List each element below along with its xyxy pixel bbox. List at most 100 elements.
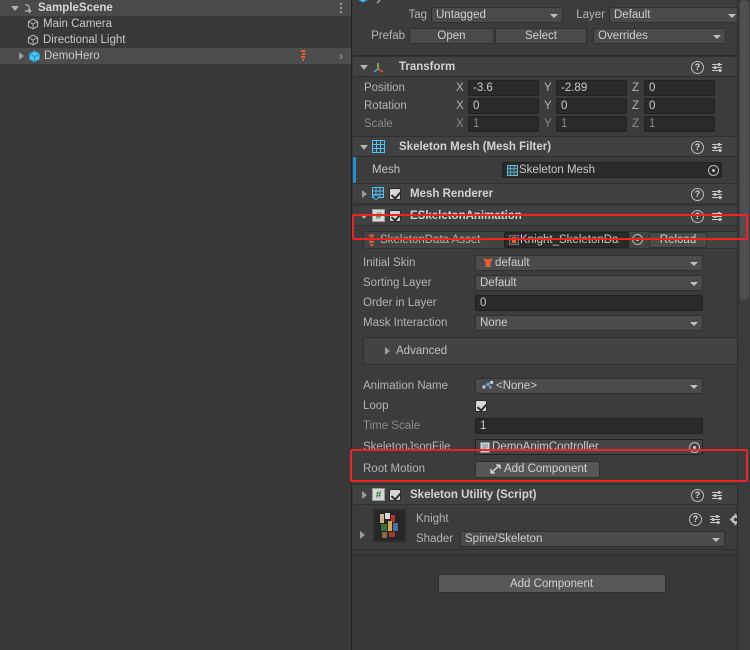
order-in-layer-field[interactable]: 0 <box>475 295 703 311</box>
scale-y-field[interactable]: 1 <box>556 116 627 132</box>
preset-icon[interactable] <box>709 513 722 526</box>
expand-arrow-icon[interactable] <box>359 211 369 221</box>
component-header-eskeletonanimation[interactable]: # ESkeletonAnimation <box>353 205 750 226</box>
layer-label: Layer <box>576 8 605 21</box>
scale-label: Scale <box>364 118 393 130</box>
expand-arrow-icon[interactable] <box>359 142 369 152</box>
time-scale-field[interactable]: 1 <box>475 418 703 434</box>
component-header-transform[interactable]: Transform <box>353 56 750 77</box>
animation-name-label: Animation Name <box>363 379 449 392</box>
initial-skin-dropdown[interactable]: default <box>475 254 703 271</box>
preset-icon[interactable] <box>711 489 724 502</box>
axis-y-label: Y <box>544 118 552 130</box>
chevron-down-icon <box>713 34 721 39</box>
hierarchy-row-samplescene[interactable]: SampleScene <box>0 0 351 16</box>
component-header-mesh-filter[interactable]: Skeleton Mesh (Mesh Filter) <box>353 136 750 157</box>
prefab-row: Prefab Open Select Overrides <box>353 27 750 44</box>
shader-value: Spine/Skeleton <box>465 533 543 545</box>
expand-arrow-icon[interactable] <box>359 62 369 72</box>
prefab-overrides-dropdown[interactable]: Overrides <box>593 27 726 44</box>
skeleton-utility-enabled-checkbox[interactable] <box>389 488 401 501</box>
root-motion-add-component-button[interactable]: Add Component <box>475 460 600 478</box>
spine-asset-indicator-icon <box>301 50 305 62</box>
help-icon[interactable] <box>691 141 704 154</box>
add-component-button[interactable]: Add Component <box>437 574 666 593</box>
inspector-scrollbar-thumb[interactable] <box>740 0 749 300</box>
mesh-object-field[interactable]: Skeleton Mesh <box>502 162 722 178</box>
hierarchy-label: Directional Light <box>43 34 126 46</box>
animation-name-dropdown[interactable]: <None> <box>475 377 703 394</box>
skeletonjsonfile-value: DemoAnimController <box>492 441 599 453</box>
skeletonjsonfile-field[interactable]: DemoAnimController <box>475 439 703 455</box>
help-icon[interactable] <box>691 188 704 201</box>
expand-arrow-icon[interactable] <box>359 189 369 199</box>
hierarchy-more-menu-icon[interactable] <box>340 3 343 14</box>
mesh-renderer-icon <box>370 187 387 200</box>
skeletonjsonfile-row: SkeletonJsonFile DemoAnimController <box>353 436 750 458</box>
mask-interaction-label: Mask Interaction <box>363 317 448 329</box>
unity-editor-window: SampleScene Main Camera Directional Ligh… <box>0 0 750 650</box>
rotation-x-field[interactable]: 0 <box>468 98 539 114</box>
skeletondata-asset-field[interactable]: Knight_SkeletonDa <box>504 232 629 248</box>
prefab-open-button[interactable]: Open <box>409 27 494 44</box>
time-scale-row: Time Scale 1 <box>353 416 750 436</box>
sorting-layer-dropdown[interactable]: Default <box>475 275 703 291</box>
object-picker-icon[interactable] <box>708 165 719 176</box>
prefab-overrides-label: Overrides <box>598 29 648 42</box>
svg-text:#: # <box>376 490 382 501</box>
advanced-label: Advanced <box>396 345 448 357</box>
rotation-label: Rotation <box>364 100 407 112</box>
prefab-select-button[interactable]: Select <box>495 27 587 44</box>
axis-y-label: Y <box>544 82 552 94</box>
help-icon[interactable] <box>689 513 702 526</box>
object-picker-icon[interactable] <box>689 442 700 453</box>
mask-interaction-dropdown[interactable]: None <box>475 315 703 331</box>
skeletondata-object-picker-icon[interactable] <box>630 232 646 248</box>
hierarchy-row-demohero[interactable]: DemoHero › <box>0 48 351 64</box>
scale-x-field[interactable]: 1 <box>468 116 539 132</box>
initial-skin-label: Initial Skin <box>363 256 416 269</box>
scale-z-field[interactable]: 1 <box>644 116 715 132</box>
skeletondata-asset-panel: SkeletonData Asset Knight_SkeletonDa Rel… <box>363 231 742 249</box>
transform-row-rotation: Rotation X 0 Y 0 Z 0 <box>353 97 750 115</box>
preset-icon[interactable] <box>711 188 724 201</box>
advanced-foldout[interactable]: Advanced <box>363 337 742 365</box>
component-header-mesh-renderer[interactable]: Mesh Renderer <box>353 183 750 204</box>
expand-arrow-icon[interactable] <box>16 51 26 61</box>
mesh-renderer-enabled-checkbox[interactable] <box>389 187 401 200</box>
position-x-field[interactable]: -3.6 <box>468 80 539 96</box>
preset-icon[interactable] <box>711 61 724 74</box>
reload-button[interactable]: Reload <box>649 232 707 248</box>
position-y-field[interactable]: -2.89 <box>556 80 627 96</box>
hierarchy-panel: SampleScene Main Camera Directional Ligh… <box>0 0 352 650</box>
preset-icon[interactable] <box>711 141 724 154</box>
loop-checkbox[interactable] <box>475 400 487 412</box>
prefab-open-chevron-icon[interactable]: › <box>339 50 343 62</box>
rotation-y-field[interactable]: 0 <box>556 98 627 114</box>
help-icon[interactable] <box>691 489 704 502</box>
inspector-scrollbar-track[interactable] <box>737 0 750 650</box>
transform-icon <box>370 60 387 74</box>
tag-dropdown[interactable]: Untagged <box>431 6 563 23</box>
expand-arrow-icon[interactable] <box>382 346 392 356</box>
expand-arrow-icon[interactable] <box>359 490 369 500</box>
shader-label: Shader <box>416 533 454 545</box>
component-header-skeleton-utility[interactable]: # Skeleton Utility (Script) <box>353 484 750 505</box>
material-name-label: Knight <box>416 513 449 525</box>
eskeletonanimation-body: SkeletonData Asset Knight_SkeletonDa Rel… <box>353 226 750 484</box>
preset-icon[interactable] <box>711 210 724 223</box>
hierarchy-row-directional-light[interactable]: Directional Light <box>0 32 351 48</box>
component-title: Skeleton Mesh (Mesh Filter) <box>399 140 552 153</box>
chevron-down-icon <box>550 13 558 18</box>
eskeletonanimation-enabled-checkbox[interactable] <box>389 209 401 222</box>
expand-arrow-icon[interactable] <box>10 3 20 13</box>
expand-arrow-icon[interactable] <box>357 530 367 540</box>
help-icon[interactable] <box>691 210 704 223</box>
shader-dropdown[interactable]: Spine/Skeleton <box>460 531 725 547</box>
layer-dropdown[interactable]: Default <box>609 6 741 23</box>
root-motion-label: Root Motion <box>363 463 426 475</box>
position-z-field[interactable]: 0 <box>644 80 715 96</box>
rotation-z-field[interactable]: 0 <box>644 98 715 114</box>
help-icon[interactable] <box>691 61 704 74</box>
hierarchy-row-main-camera[interactable]: Main Camera <box>0 16 351 32</box>
